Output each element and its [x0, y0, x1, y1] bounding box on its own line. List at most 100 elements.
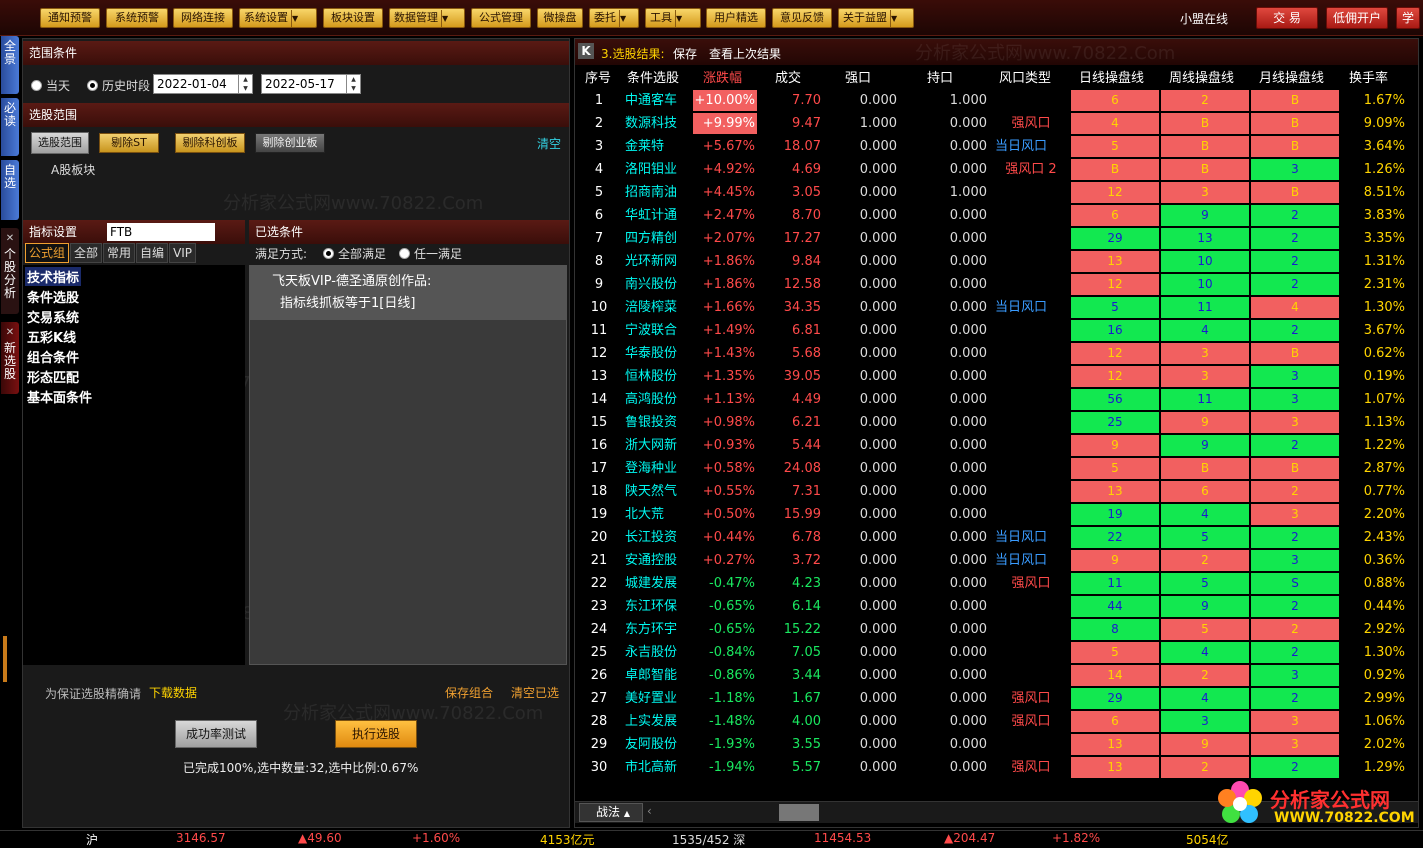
table-row[interactable]: 25 永吉股份 -0.84% 7.05 0.000 0.000 5 4 2 1.30%	[575, 641, 1418, 664]
side-tab-new-screener[interactable]: ✕ 新选股	[1, 322, 19, 394]
radio-today[interactable]: 当天	[31, 77, 70, 94]
column-header[interactable]: 持口	[927, 67, 953, 86]
stock-name[interactable]: 招商南油	[625, 182, 689, 203]
stock-name[interactable]: 光环新网	[625, 251, 689, 272]
table-row[interactable]: 19 北大荒 +0.50% 15.99 0.000 0.000 19 4 3 2.20%	[575, 503, 1418, 526]
column-header[interactable]: 序号	[585, 67, 611, 86]
stock-name[interactable]: 东江环保	[625, 596, 689, 617]
stock-name[interactable]: 华泰股份	[625, 343, 689, 364]
table-row[interactable]: 23 东江环保 -0.65% 6.14 0.000 0.000 44 9 2 0.44%	[575, 595, 1418, 618]
stock-name[interactable]: 友阿股份	[625, 734, 689, 755]
tab-strategy[interactable]: 战法 ▲	[579, 803, 643, 822]
column-header[interactable]: 换手率	[1349, 67, 1388, 86]
stock-name[interactable]: 登海种业	[625, 458, 689, 479]
table-row[interactable]: 22 城建发展 -0.47% 4.23 0.000 0.000 强风口 11 5 S 0.88%	[575, 572, 1418, 595]
spinner-icon[interactable]: ▲ ▼	[346, 75, 360, 93]
low-commission-button[interactable]: 低佣开户	[1326, 7, 1388, 29]
toolbar-btn-micro-trade[interactable]: 微操盘	[537, 8, 583, 28]
table-row[interactable]: 15 鲁银投资 +0.98% 6.21 0.000 0.000 25 9 3 1.13%	[575, 411, 1418, 434]
table-row[interactable]: 24 东方环宇 -0.65% 15.22 0.000 0.000 8 5 2 2.92%	[575, 618, 1418, 641]
stock-name[interactable]: 中通客车	[625, 90, 689, 111]
toolbar-btn-tools[interactable]: 工具 ▼	[645, 8, 701, 28]
indicator-search-input[interactable]: FTB	[107, 223, 215, 241]
stock-name[interactable]: 美好置业	[625, 688, 689, 709]
column-header[interactable]: 风口类型	[999, 67, 1051, 86]
stock-name[interactable]: 金莱特	[625, 136, 689, 157]
stock-name[interactable]: 东方环宇	[625, 619, 689, 640]
remove-st-button[interactable]: 剔除ST	[99, 133, 159, 153]
trade-button[interactable]: 交 易	[1256, 7, 1318, 29]
stock-name[interactable]: 南兴股份	[625, 274, 689, 295]
tree-item-fundamental[interactable]: 基本面条件	[27, 387, 92, 406]
toolbar-btn-data-mgmt[interactable]: 数据管理 ▼	[389, 8, 465, 28]
stock-name[interactable]: 陕天然气	[625, 481, 689, 502]
table-row[interactable]: 10 涪陵榨菜 +1.66% 34.35 0.000 0.000 当日风口 5 11 4 1.30%	[575, 296, 1418, 319]
table-row[interactable]: 16 浙大网新 +0.93% 5.44 0.000 0.000 9 9 2 1.22%	[575, 434, 1418, 457]
clear-scope-link[interactable]: 清空	[537, 135, 561, 152]
save-results-link[interactable]: 保存	[673, 45, 697, 62]
stock-name[interactable]: 城建发展	[625, 573, 689, 594]
table-row[interactable]: 18 陕天然气 +0.55% 7.31 0.000 0.000 13 6 2 0.77%	[575, 480, 1418, 503]
table-row[interactable]: 4 洛阳钼业 +4.92% 4.69 0.000 0.000 强风口 2 B B 3 1.26%	[575, 158, 1418, 181]
table-row[interactable]: 12 华泰股份 +1.43% 5.68 0.000 0.000 12 3 B 0.62%	[575, 342, 1418, 365]
remove-gem-button[interactable]: 剔除创业板	[255, 133, 325, 153]
side-tab-overview[interactable]: 全景	[1, 36, 19, 94]
side-scroll-indicator[interactable]	[3, 636, 7, 682]
select-scope-button[interactable]: 选股范围	[31, 132, 89, 154]
table-row[interactable]: 3 金莱特 +5.67% 18.07 0.000 0.000 当日风口 5 B B 3.64%	[575, 135, 1418, 158]
toolbar-btn-network[interactable]: 网络连接	[173, 8, 233, 28]
tree-item-tech-indicators[interactable]: 技术指标	[25, 267, 82, 286]
stock-name[interactable]: 宁波联合	[625, 320, 689, 341]
table-row[interactable]: 9 南兴股份 +1.86% 12.58 0.000 0.000 12 10 2 2.31%	[575, 273, 1418, 296]
start-date-input[interactable]: 2022-01-04 ▲ ▼	[153, 74, 253, 94]
tab-common[interactable]: 常用	[103, 243, 136, 263]
column-header[interactable]: 涨跌幅	[703, 67, 742, 86]
save-combo-link[interactable]: 保存组合	[445, 684, 493, 701]
side-tab-must-read[interactable]: 必读	[1, 98, 19, 156]
table-row[interactable]: 13 恒林股份 +1.35% 39.05 0.000 0.000 12 3 3 0.19%	[575, 365, 1418, 388]
tab-formula-group[interactable]: 公式组	[25, 243, 70, 263]
column-header[interactable]: 强口	[845, 67, 871, 86]
radio-any-satisfy[interactable]: 任一满足	[399, 245, 462, 262]
stock-name[interactable]: 长江投资	[625, 527, 689, 548]
tree-item-trading-system[interactable]: 交易系统	[27, 307, 79, 326]
stock-name[interactable]: 数源科技	[625, 113, 689, 134]
table-row[interactable]: 14 高鸿股份 +1.13% 4.49 0.000 0.000 56 11 3 1.07%	[575, 388, 1418, 411]
toolbar-btn-user-picks[interactable]: 用户精选	[706, 8, 766, 28]
close-icon[interactable]: ✕	[1, 326, 19, 339]
view-last-results-link[interactable]: 查看上次结果	[709, 45, 781, 62]
table-row[interactable]: 29 友阿股份 -1.93% 3.55 0.000 0.000 13 9 3 2.02%	[575, 733, 1418, 756]
stock-name[interactable]: 北大荒	[625, 504, 689, 525]
stock-name[interactable]: 卓郎智能	[625, 665, 689, 686]
learn-button[interactable]: 学	[1396, 7, 1420, 29]
table-row[interactable]: 21 安通控股 +0.27% 3.72 0.000 0.000 当日风口 9 2 3 0.36%	[575, 549, 1418, 572]
table-row[interactable]: 17 登海种业 +0.58% 24.08 0.000 0.000 5 B B 2.87%	[575, 457, 1418, 480]
table-row[interactable]: 1 中通客车 +10.00% 7.70 0.000 1.000 6 2 B 1.67%	[575, 89, 1418, 112]
toolbar-btn-notify[interactable]: 通知预警	[40, 8, 100, 28]
tree-item-pattern-match[interactable]: 形态匹配	[27, 367, 79, 386]
run-screen-button[interactable]: 执行选股	[335, 720, 417, 748]
tab-all[interactable]: 全部	[70, 243, 103, 263]
column-header[interactable]: 成交	[775, 67, 801, 86]
stock-name[interactable]: 安通控股	[625, 550, 689, 571]
stock-name[interactable]: 华虹计通	[625, 205, 689, 226]
stock-name[interactable]: 涪陵榨菜	[625, 297, 689, 318]
toolbar-btn-commission[interactable]: 委托 ▼	[589, 8, 639, 28]
toolbar-btn-block-settings[interactable]: 板块设置	[323, 8, 383, 28]
stock-name[interactable]: 恒林股份	[625, 366, 689, 387]
clear-selected-link[interactable]: 清空已选	[511, 684, 559, 701]
tab-vip[interactable]: VIP	[169, 243, 197, 263]
stock-name[interactable]: 市北高新	[625, 757, 689, 778]
tree-item-combo-condition[interactable]: 组合条件	[27, 347, 79, 366]
table-row[interactable]: 27 美好置业 -1.18% 1.67 0.000 0.000 强风口 29 4 2 2.99%	[575, 687, 1418, 710]
toolbar-btn-sys-alert[interactable]: 系统预警	[106, 8, 168, 28]
side-tab-stock-analysis[interactable]: ✕ 个股分析	[1, 228, 19, 314]
side-tab-watchlist[interactable]: 自选	[1, 160, 19, 220]
tree-item-color-kline[interactable]: 五彩K线	[27, 327, 76, 346]
scroll-left-icon[interactable]: ‹	[647, 804, 652, 818]
column-header[interactable]: 周线操盘线	[1169, 67, 1234, 86]
radio-all-satisfy[interactable]: 全部满足	[323, 245, 386, 262]
table-row[interactable]: 11 宁波联合 +1.49% 6.81 0.000 0.000 16 4 2 3.67%	[575, 319, 1418, 342]
download-data-link[interactable]: 下载数据	[149, 684, 197, 701]
table-row[interactable]: 26 卓郎智能 -0.86% 3.44 0.000 0.000 14 2 3 0.92%	[575, 664, 1418, 687]
